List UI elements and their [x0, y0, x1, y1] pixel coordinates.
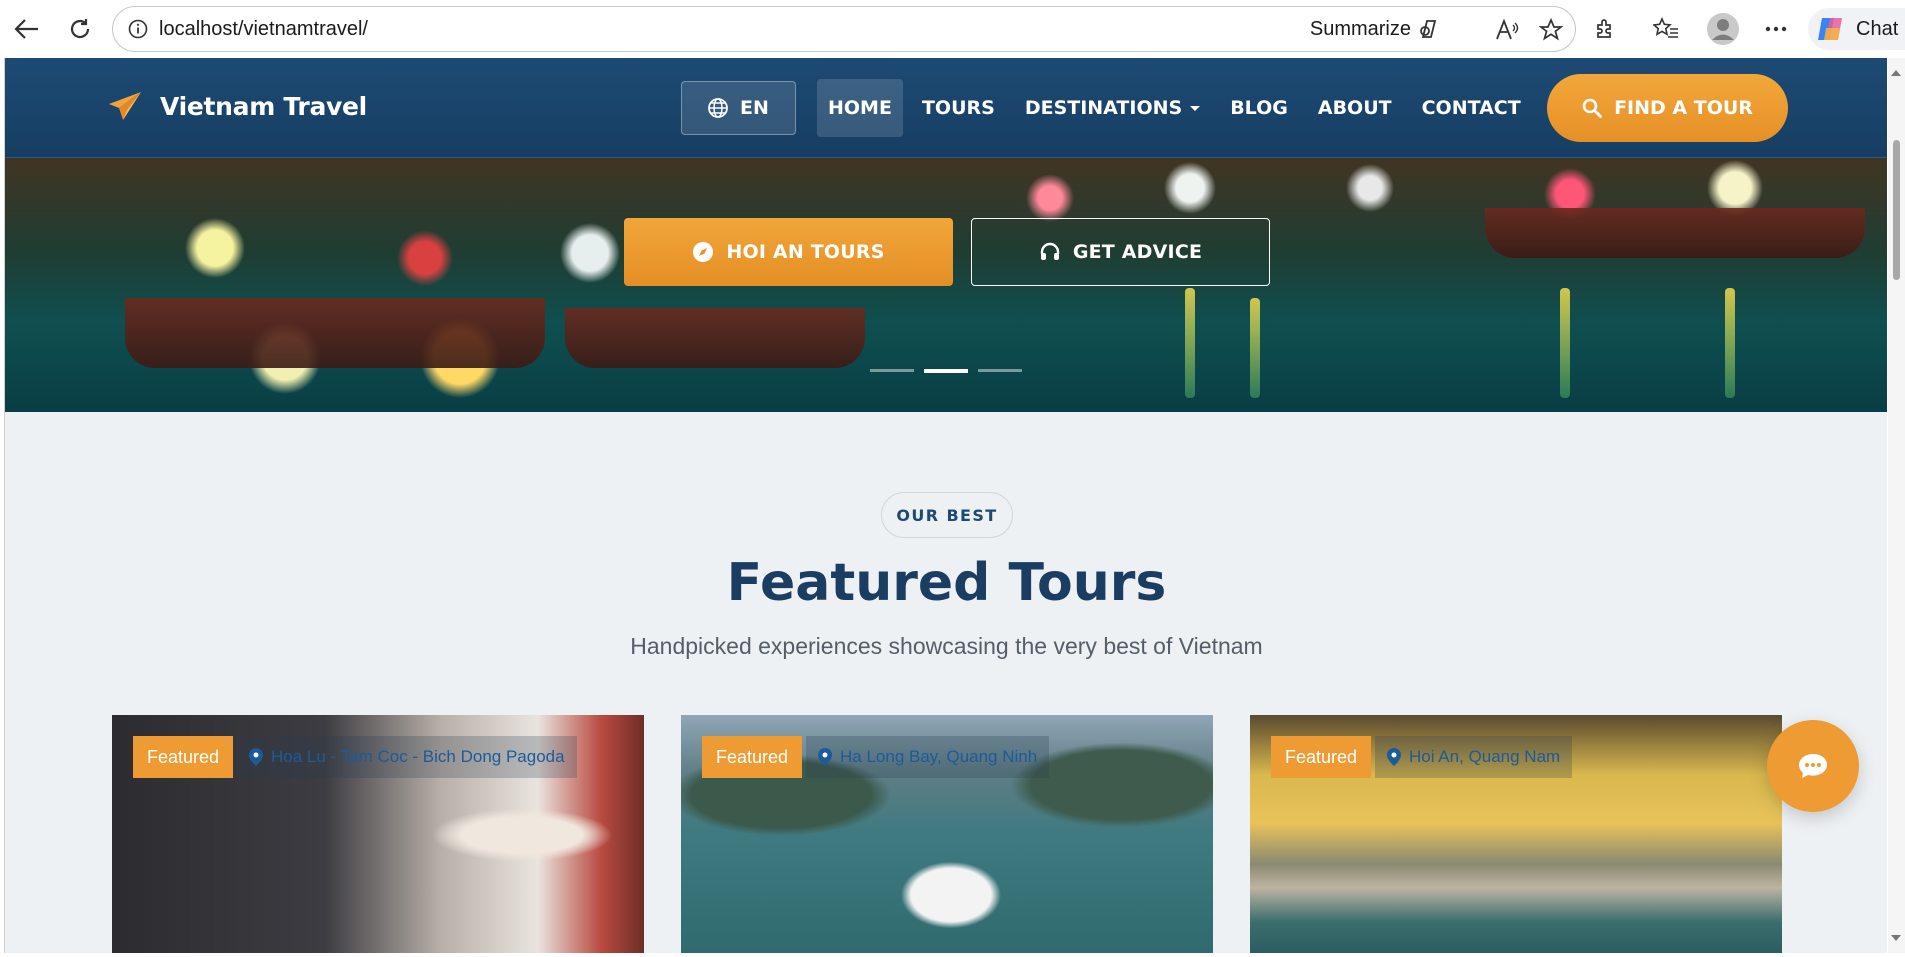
featured-badge: Featured [702, 736, 803, 778]
hero-image-boat [565, 308, 865, 368]
summarize-label: Summarize [1309, 17, 1411, 40]
chevron-down-icon [1190, 105, 1201, 111]
back-button[interactable] [10, 12, 44, 46]
nav-about[interactable]: ABOUT [1307, 79, 1403, 137]
nav-tours-label: TOURS [921, 97, 995, 119]
copilot-icon [1818, 18, 1842, 40]
summarize-icon [1420, 20, 1437, 38]
scrollbar-thumb[interactable] [1893, 140, 1900, 280]
tour-card[interactable]: Featured Hoa Lu - Tam Coc - Bich Dong Pa… [112, 715, 644, 953]
address-bar[interactable]: localhost/vietnamtravel/ Summarize [112, 6, 1576, 52]
nav-home-label: HOME [828, 97, 892, 119]
site-header: Vietnam Travel EN HOME TOURS DESTINATION… [5, 58, 1887, 158]
refresh-button[interactable] [63, 12, 97, 46]
hoi-an-tours-button[interactable]: HOI AN TOURS [624, 218, 953, 286]
find-a-tour-button[interactable]: FIND A TOUR [1547, 74, 1788, 142]
hero-image-reflection [1250, 298, 1260, 398]
logo-text: Vietnam Travel [160, 91, 367, 121]
main-nav: HOME TOURS DESTINATIONS BLOG ABOUT CONTA… [817, 79, 1540, 137]
compass-icon [693, 242, 714, 262]
scroll-up-icon[interactable] [1891, 70, 1901, 76]
nav-home[interactable]: HOME [817, 79, 903, 137]
page-viewport: HOI AN TOURS GET ADVICE Vietnam Travel E… [4, 58, 1887, 953]
extensions-icon[interactable] [1592, 15, 1620, 43]
nav-contact-label: CONTACT [1421, 97, 1521, 119]
chat-bubble-icon [1799, 754, 1827, 778]
more-options-icon[interactable] [1762, 15, 1790, 43]
nav-contact[interactable]: CONTACT [1411, 79, 1532, 137]
favorite-star-icon[interactable] [1539, 18, 1563, 42]
language-switcher[interactable]: EN [681, 81, 796, 135]
hero-image-boat [1485, 208, 1865, 258]
featured-badge: Featured [133, 736, 234, 778]
hero-image-reflection [1725, 288, 1735, 398]
get-advice-button[interactable]: GET ADVICE [971, 218, 1270, 286]
refresh-icon [70, 19, 90, 39]
slider-dot-3[interactable] [978, 369, 1022, 372]
paper-plane-icon [109, 92, 141, 120]
hero-image-boat [125, 298, 545, 368]
nav-blog-label: BLOG [1230, 97, 1288, 119]
browser-toolbar: localhost/vietnamtravel/ Summarize Chat [0, 0, 1905, 58]
location-text: Ha Long Bay, Quang Ninh [840, 747, 1038, 766]
featured-badge: Featured [1271, 736, 1372, 778]
section-title: Featured Tours [726, 553, 1167, 613]
hoi-an-tours-label: HOI AN TOURS [726, 241, 885, 263]
nav-destinations[interactable]: DESTINATIONS [1014, 79, 1211, 137]
language-label: EN [740, 97, 769, 119]
profile-avatar[interactable] [1706, 12, 1740, 46]
chat-fab-button[interactable] [1767, 720, 1859, 812]
summarize-button[interactable]: Summarize [1310, 17, 1441, 41]
page-scrollbar[interactable] [1888, 58, 1905, 953]
globe-icon [708, 98, 728, 118]
site-logo[interactable]: Vietnam Travel [108, 91, 367, 121]
location-tag: Hoi An, Quang Nam [1375, 736, 1573, 778]
nav-about-label: ABOUT [1317, 97, 1392, 119]
section-subtitle: Handpicked experiences showcasing the ve… [630, 633, 1263, 659]
slider-dot-1[interactable] [870, 369, 914, 372]
slider-dots [870, 369, 1022, 373]
location-text: Hoi An, Quang Nam [1409, 747, 1561, 766]
favorites-list-icon[interactable] [1652, 15, 1680, 43]
location-text: Hoa Lu - Tam Coc - Bich Dong Pagoda [271, 747, 565, 766]
read-aloud-icon[interactable] [1495, 18, 1519, 42]
tour-card[interactable]: Featured Ha Long Bay, Quang Ninh [681, 715, 1213, 953]
slider-dot-2[interactable] [924, 369, 968, 373]
map-pin-icon [1387, 748, 1401, 766]
nav-blog[interactable]: BLOG [1219, 79, 1299, 137]
section-badge: OUR BEST [881, 492, 1013, 538]
map-pin-icon [249, 748, 263, 766]
chat-label: Chat [1856, 17, 1899, 40]
site-info-icon[interactable] [127, 18, 149, 40]
tour-card[interactable]: Featured Hoi An, Quang Nam [1250, 715, 1782, 953]
headset-icon [1040, 242, 1060, 260]
get-advice-label: GET ADVICE [1072, 241, 1203, 263]
nav-destinations-label: DESTINATIONS [1024, 97, 1183, 119]
hero-image-reflection [1185, 288, 1195, 398]
scroll-down-icon[interactable] [1891, 935, 1901, 941]
map-pin-icon [818, 748, 832, 766]
url-text[interactable]: localhost/vietnamtravel/ [159, 18, 368, 41]
search-icon [1582, 98, 1602, 118]
copilot-chat-button[interactable]: Chat [1808, 8, 1905, 50]
location-tag: Ha Long Bay, Quang Ninh [806, 736, 1050, 778]
nav-tours[interactable]: TOURS [911, 79, 1006, 137]
avatar-icon [1707, 13, 1739, 45]
location-tag: Hoa Lu - Tam Coc - Bich Dong Pagoda [237, 736, 577, 778]
back-arrow-icon [14, 19, 38, 39]
hero-image-reflection [1560, 288, 1570, 398]
find-a-tour-label: FIND A TOUR [1614, 97, 1753, 119]
